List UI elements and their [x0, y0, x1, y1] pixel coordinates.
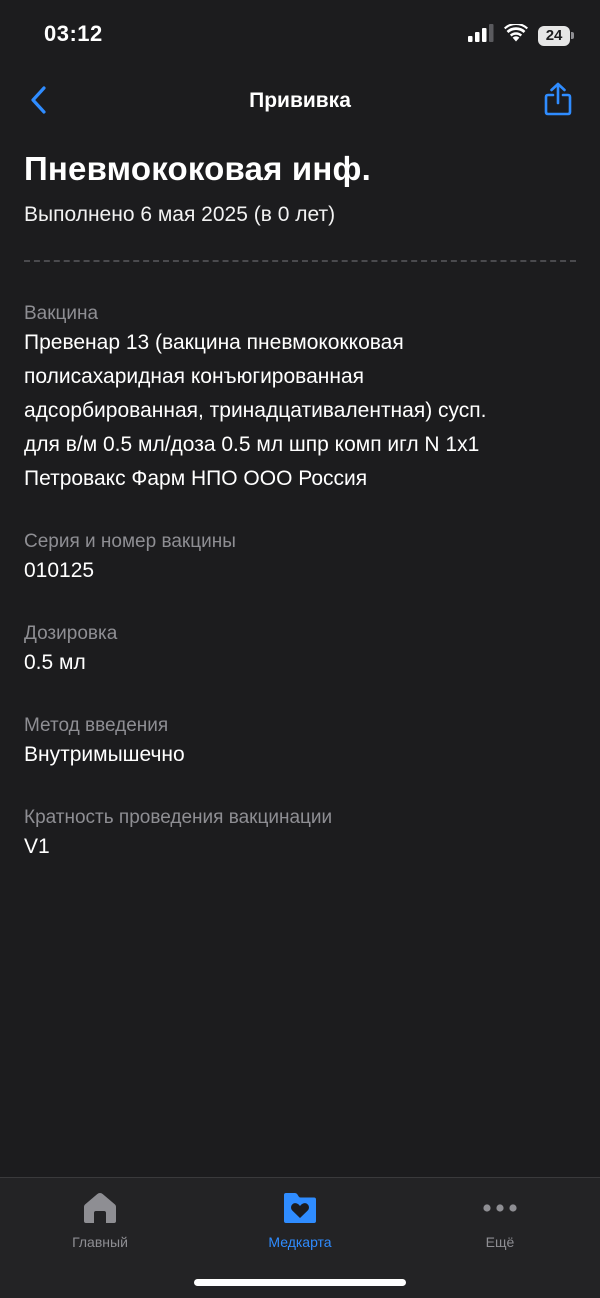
- field-value: Превенар 13 (вакцина пневмококковая поли…: [24, 331, 487, 490]
- tab-label: Главный: [72, 1234, 128, 1250]
- status-bar: 03:12 24: [0, 0, 600, 70]
- tab-more[interactable]: Ещё: [400, 1188, 600, 1250]
- field-label: Серия и номер вакцины: [24, 531, 236, 552]
- field-series-number: Серия и номер вакцины 010125: [24, 530, 576, 588]
- battery-icon: 24: [538, 25, 574, 47]
- dashed-divider: [24, 260, 576, 262]
- vaccination-details: Вакцина Превенар 13 (вакцина пневмококко…: [24, 302, 576, 898]
- field-value: Внутримышечно: [24, 743, 185, 766]
- field-value: 010125: [24, 559, 95, 582]
- field-administration-method: Метод введения Внутримышечно: [24, 714, 576, 772]
- signal-icon: [468, 24, 494, 47]
- tab-medcard[interactable]: Медкарта: [200, 1188, 400, 1250]
- tab-label: Медкарта: [268, 1234, 332, 1250]
- tab-label: Ещё: [485, 1234, 515, 1250]
- more-dots-icon: [480, 1188, 520, 1228]
- field-dosage: Дозировка 0.5 мл: [24, 622, 576, 680]
- status-icons: 24: [468, 22, 574, 47]
- battery-level: 24: [538, 25, 571, 46]
- field-label: Дозировка: [24, 623, 118, 644]
- field-value: 0.5 мл: [24, 651, 86, 674]
- field-label: Вакцина: [24, 303, 99, 324]
- field-label: Метод введения: [24, 715, 169, 736]
- page-subtitle: Выполнено 6 мая 2025 (в 0 лет): [24, 203, 336, 226]
- field-vaccination-multiplicity: Кратность проведения вакцинации V1: [24, 806, 576, 864]
- home-indicator[interactable]: [194, 1279, 406, 1286]
- field-vaccine: Вакцина Превенар 13 (вакцина пневмококко…: [24, 302, 576, 496]
- share-button[interactable]: [538, 80, 578, 122]
- nav-bar: Прививка: [0, 76, 600, 128]
- tab-home[interactable]: Главный: [0, 1188, 200, 1250]
- wifi-icon: [504, 22, 528, 47]
- page-title: Пневмококовая инф.: [24, 150, 371, 187]
- field-value: V1: [24, 835, 50, 858]
- nav-title: Прививка: [249, 89, 351, 112]
- status-time: 03:12: [44, 21, 103, 46]
- home-icon: [80, 1188, 120, 1228]
- share-icon: [544, 82, 572, 121]
- medcard-heart-icon: [280, 1188, 320, 1228]
- field-label: Кратность проведения вакцинации: [24, 807, 333, 828]
